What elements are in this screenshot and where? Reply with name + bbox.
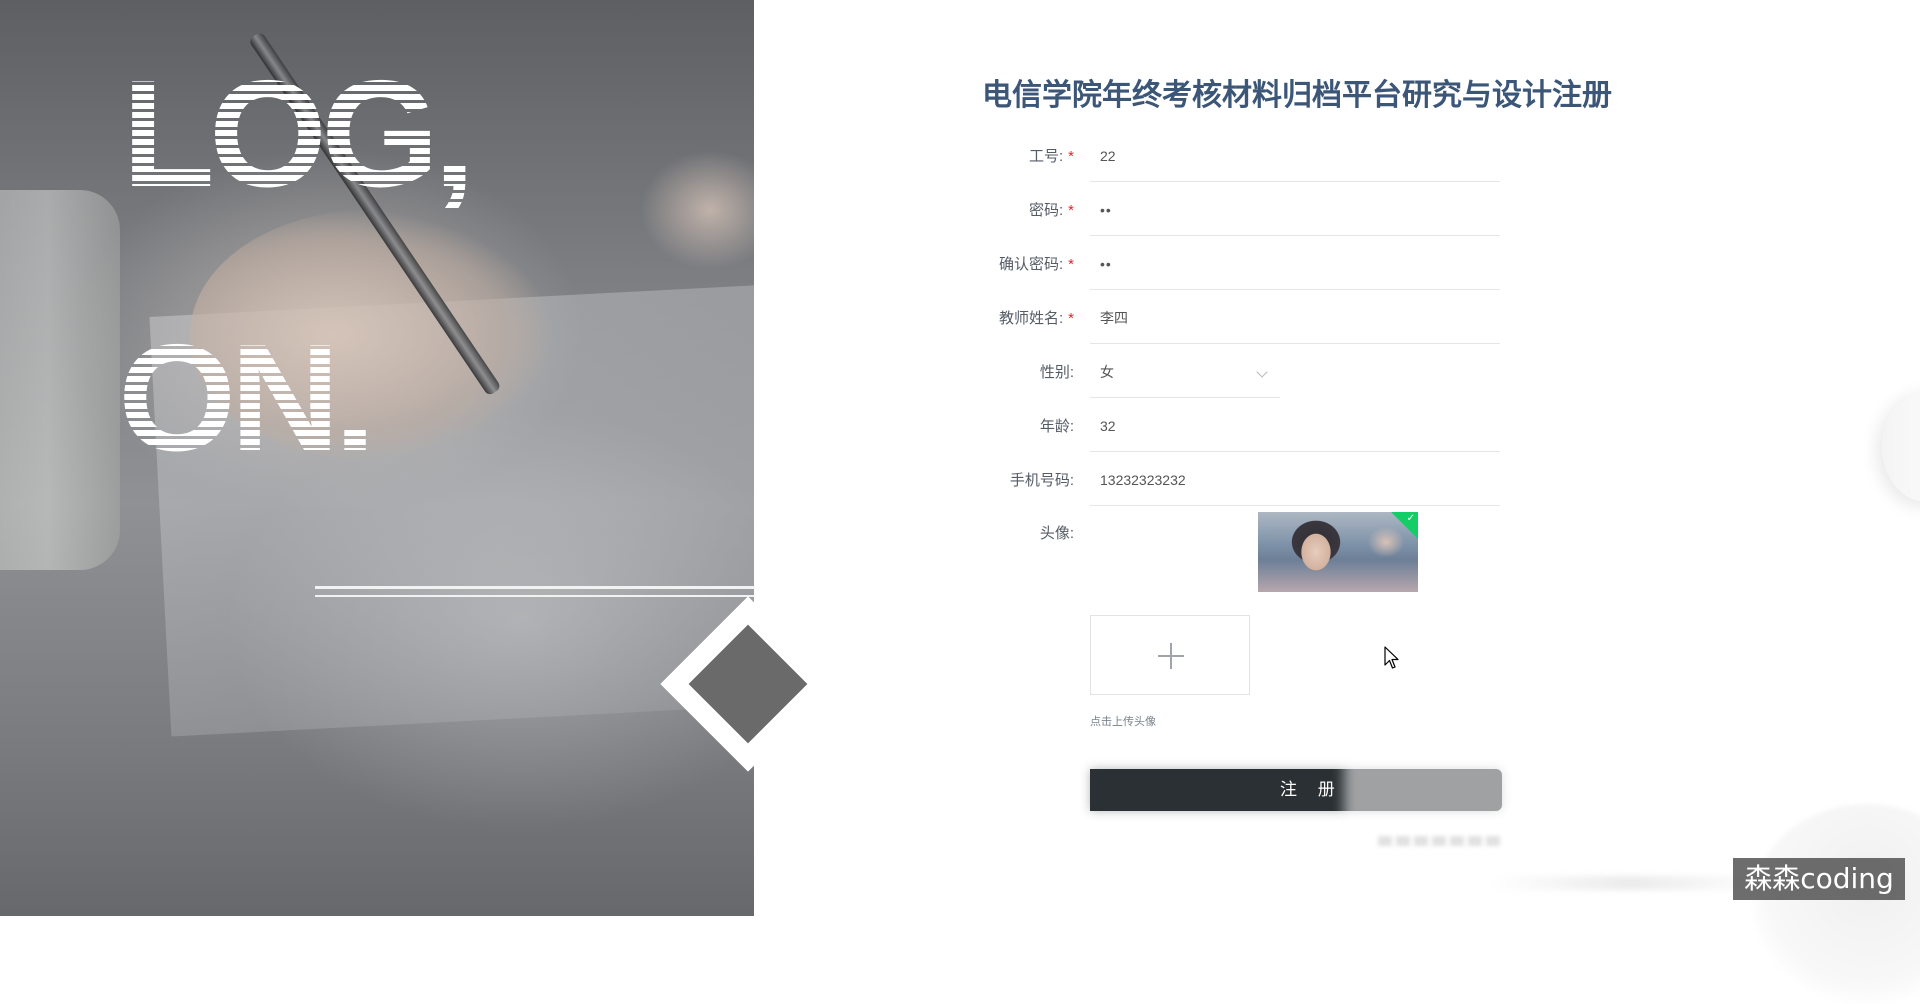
teacher-name-input[interactable]	[1090, 292, 1500, 344]
age-input[interactable]	[1090, 400, 1500, 452]
hero-divider-line	[315, 586, 755, 589]
decorative-circle	[1882, 392, 1920, 502]
cursor-icon	[1384, 646, 1399, 669]
decorative-circle	[1752, 804, 1920, 1004]
hero-hand-photo-2	[640, 150, 754, 270]
field-label: 工号: *	[950, 130, 1074, 184]
hero-divider-line	[315, 595, 755, 597]
field-label-text: 密码:	[1028, 202, 1064, 219]
plus-icon	[1158, 643, 1184, 669]
required-mark: *	[1068, 256, 1074, 273]
upload-hint: 点击上传头像	[1090, 716, 1156, 728]
field-label: 确认密码: *	[950, 238, 1074, 292]
field-label: 手机号码:	[950, 454, 1074, 508]
field-label-text: 确认密码:	[998, 256, 1064, 273]
gender-select[interactable]: 女	[1090, 346, 1280, 398]
avatar-preview-image[interactable]: ✓	[1258, 512, 1418, 592]
employee-id-input[interactable]	[1090, 130, 1500, 182]
avatar-label: 头像:	[1039, 525, 1074, 542]
register-button-label: 注 册	[1280, 780, 1343, 799]
required-mark: *	[1068, 310, 1074, 327]
required-mark: *	[1068, 202, 1074, 219]
page-title: 电信学院年终考核材料归档平台研究与设计注册	[982, 79, 1612, 112]
field-label: 年龄:	[950, 400, 1074, 454]
field-label-text: 手机号码:	[1009, 472, 1074, 489]
chevron-down-icon	[1256, 366, 1268, 378]
hero-cup-photo	[0, 190, 120, 570]
field-label: 性别:	[950, 346, 1074, 400]
blurred-overlay	[1344, 740, 1524, 870]
phone-input[interactable]	[1090, 454, 1500, 506]
confirm-password-input[interactable]	[1090, 238, 1500, 290]
field-label: 教师姓名: *	[950, 292, 1074, 346]
avatar-upload-button[interactable]	[1090, 615, 1250, 695]
decorative-blur	[1490, 876, 1770, 890]
hero-word-on: ON.	[118, 313, 376, 483]
blurred-link-text	[1378, 836, 1504, 846]
field-label-text: 工号:	[1028, 148, 1064, 165]
hero-panel: LOG, ON.	[0, 0, 754, 916]
gender-select-value: 女	[1100, 364, 1114, 380]
field-label: 密码: *	[950, 184, 1074, 238]
field-label-text: 年龄:	[1039, 418, 1074, 435]
required-mark: *	[1068, 148, 1074, 165]
watermark: 森森coding	[1733, 858, 1905, 900]
check-icon: ✓	[1406, 513, 1415, 524]
field-label-text: 教师姓名:	[998, 310, 1064, 327]
hero-word-log: LOG,	[122, 49, 476, 219]
field-label-text: 性别:	[1039, 364, 1074, 381]
password-input[interactable]	[1090, 184, 1500, 236]
